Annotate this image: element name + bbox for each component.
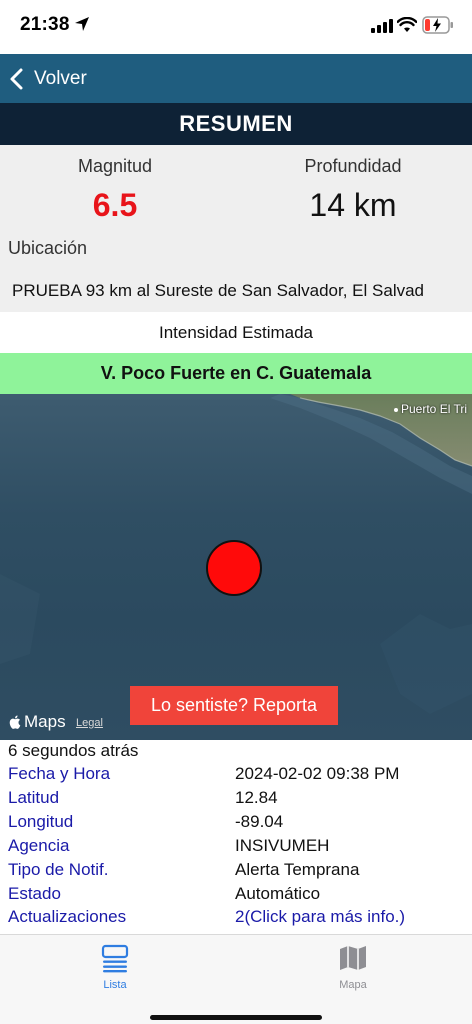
back-button[interactable]: Volver [8, 54, 87, 103]
page-title: RESUMEN [179, 111, 293, 136]
detail-value: Automático [235, 884, 321, 903]
chevron-left-icon [10, 68, 23, 89]
epicenter-marker[interactable] [206, 540, 262, 596]
magnitude-label: Magnitud [77, 156, 153, 176]
detail-key: Actualizaciones [8, 907, 127, 926]
detail-row-fecha: Fecha y Hora 2024-02-02 09:38 PM [0, 764, 472, 788]
detail-key: Agencia [8, 836, 70, 855]
detail-value: INSIVUMEH [235, 836, 330, 855]
legal-link[interactable]: Legal [76, 717, 103, 729]
cellular-signal-icon [371, 19, 393, 33]
home-indicator [150, 1015, 322, 1020]
detail-value: 2024-02-02 09:38 PM [235, 764, 400, 783]
tab-lista[interactable]: Lista [55, 943, 175, 991]
maps-brand-text: Maps [24, 712, 66, 731]
detail-value: -89.04 [235, 812, 284, 831]
apple-logo-icon [9, 715, 21, 729]
back-button-label: Volver [34, 67, 87, 89]
list-icon [101, 944, 129, 973]
tab-mapa-label: Mapa [339, 979, 367, 991]
detail-key: Latitud [8, 788, 60, 807]
report-felt-button[interactable]: Lo sentiste? Reporta [130, 686, 338, 725]
map-place-label: Puerto El Tri [394, 402, 467, 416]
detail-value: 12.84 [235, 788, 278, 807]
detail-row-actualizaciones: Actualizaciones 2(Click para más info.) [0, 907, 472, 931]
location-label: Ubicación [8, 238, 88, 258]
detail-row-estado: Estado Automático [0, 884, 472, 908]
navigation-bar: Volver [0, 54, 472, 103]
time-ago: 6 segundos atrás [8, 741, 139, 760]
detail-key: Tipo de Notif. [8, 860, 109, 879]
tab-bar: Lista Mapa [0, 934, 472, 1024]
depth-block: Profundidad 14 km [243, 145, 463, 224]
magnitude-value: 6.5 [92, 187, 138, 223]
intensity-label: Intensidad Estimada [0, 312, 472, 353]
location-arrow-icon [75, 17, 89, 31]
location-value: PRUEBA 93 km al Sureste de San Salvador,… [12, 281, 425, 300]
section-title-bar: RESUMEN [0, 103, 472, 145]
detail-key: Fecha y Hora [8, 764, 111, 783]
battery-charging-icon [422, 16, 453, 34]
detail-value: Alerta Temprana [235, 860, 360, 879]
detail-row-agencia: Agencia INSIVUMEH [0, 836, 472, 860]
status-time: 21:38 [20, 14, 70, 35]
wifi-icon [397, 17, 417, 32]
depth-value: 14 km [309, 187, 397, 223]
depth-label: Profundidad [304, 156, 402, 176]
map-icon [340, 946, 366, 970]
status-bar: 21:38 [0, 0, 472, 54]
summary-panel: Magnitud 6.5 Profundidad 14 km Ubicación… [0, 145, 472, 312]
epicenter-map[interactable]: Puerto El Tri Lo sentiste? Reporta Maps … [0, 394, 472, 740]
tab-lista-label: Lista [103, 979, 127, 991]
detail-key: Longitud [8, 812, 74, 831]
detail-row-tipo: Tipo de Notif. Alerta Temprana [0, 860, 472, 884]
apple-maps-logo: Maps [8, 712, 66, 732]
updates-link[interactable]: 2(Click para más info.) [235, 907, 405, 927]
magnitude-block: Magnitud 6.5 [5, 145, 225, 224]
tab-mapa[interactable]: Mapa [293, 943, 413, 991]
detail-row-longitud: Longitud -89.04 [0, 812, 472, 836]
intensity-value: V. Poco Fuerte en C. Guatemala [0, 353, 472, 394]
details-list: 6 segundos atrás Fecha y Hora 2024-02-02… [0, 740, 472, 934]
detail-row-latitud: Latitud 12.84 [0, 788, 472, 812]
detail-key: Estado [8, 884, 61, 903]
